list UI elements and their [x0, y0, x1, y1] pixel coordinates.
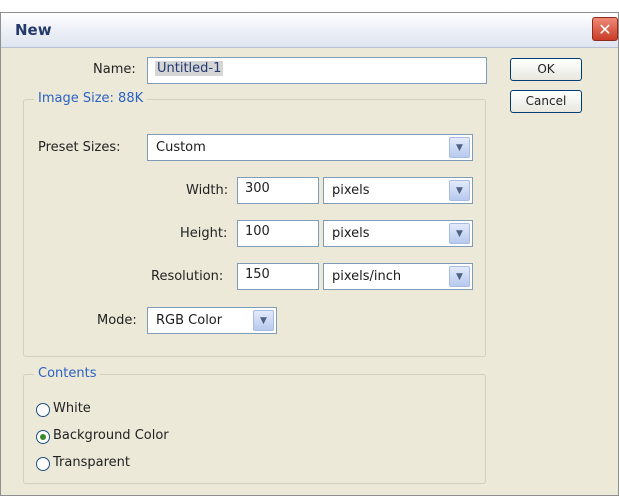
radio-transparent-label[interactable]: Transparent	[53, 455, 130, 470]
radio-background-color-label[interactable]: Background Color	[53, 428, 169, 443]
width-unit-select[interactable]: pixels ▼	[323, 177, 473, 204]
radio-background-color[interactable]	[36, 430, 50, 444]
height-label: Height:	[180, 226, 228, 241]
preset-sizes-select[interactable]: Custom ▼	[147, 134, 473, 161]
radio-transparent[interactable]	[36, 457, 50, 471]
name-label: Name:	[93, 62, 136, 77]
height-input[interactable]: 100	[237, 220, 319, 247]
title-bar[interactable]: New ✕	[1, 13, 618, 48]
name-field[interactable]: Untitled-1	[147, 57, 487, 84]
chevron-down-icon[interactable]: ▼	[253, 310, 274, 331]
height-unit-value: pixels	[332, 226, 370, 241]
chevron-down-icon[interactable]: ▼	[449, 266, 470, 287]
new-document-dialog: New ✕ Name: Untitled-1 OK Cancel Image S…	[0, 12, 619, 496]
resolution-unit-select[interactable]: pixels/inch ▼	[323, 263, 473, 290]
chevron-down-icon[interactable]: ▼	[449, 223, 470, 244]
width-unit-value: pixels	[332, 183, 370, 198]
contents-legend: Contents	[34, 366, 101, 381]
resolution-unit-value: pixels/inch	[332, 269, 402, 284]
mode-label: Mode:	[97, 313, 137, 328]
chevron-down-icon[interactable]: ▼	[449, 180, 470, 201]
radio-white[interactable]	[36, 403, 50, 417]
ok-button[interactable]: OK	[510, 58, 582, 81]
name-value: Untitled-1	[155, 61, 224, 76]
mode-select[interactable]: RGB Color ▼	[147, 307, 277, 334]
chevron-down-icon[interactable]: ▼	[449, 137, 470, 158]
resolution-input[interactable]: 150	[237, 263, 319, 290]
dialog-title: New	[15, 21, 52, 39]
radio-white-label[interactable]: White	[53, 401, 91, 416]
resolution-label: Resolution:	[151, 269, 224, 284]
preset-sizes-label: Preset Sizes:	[38, 140, 121, 155]
preset-sizes-value: Custom	[156, 140, 206, 155]
image-size-legend: Image Size: 88K	[34, 91, 148, 106]
close-icon[interactable]: ✕	[592, 17, 618, 41]
mode-value: RGB Color	[156, 313, 223, 328]
width-label: Width:	[186, 183, 229, 198]
width-input[interactable]: 300	[237, 177, 319, 204]
height-unit-select[interactable]: pixels ▼	[323, 220, 473, 247]
cancel-button[interactable]: Cancel	[510, 90, 582, 113]
